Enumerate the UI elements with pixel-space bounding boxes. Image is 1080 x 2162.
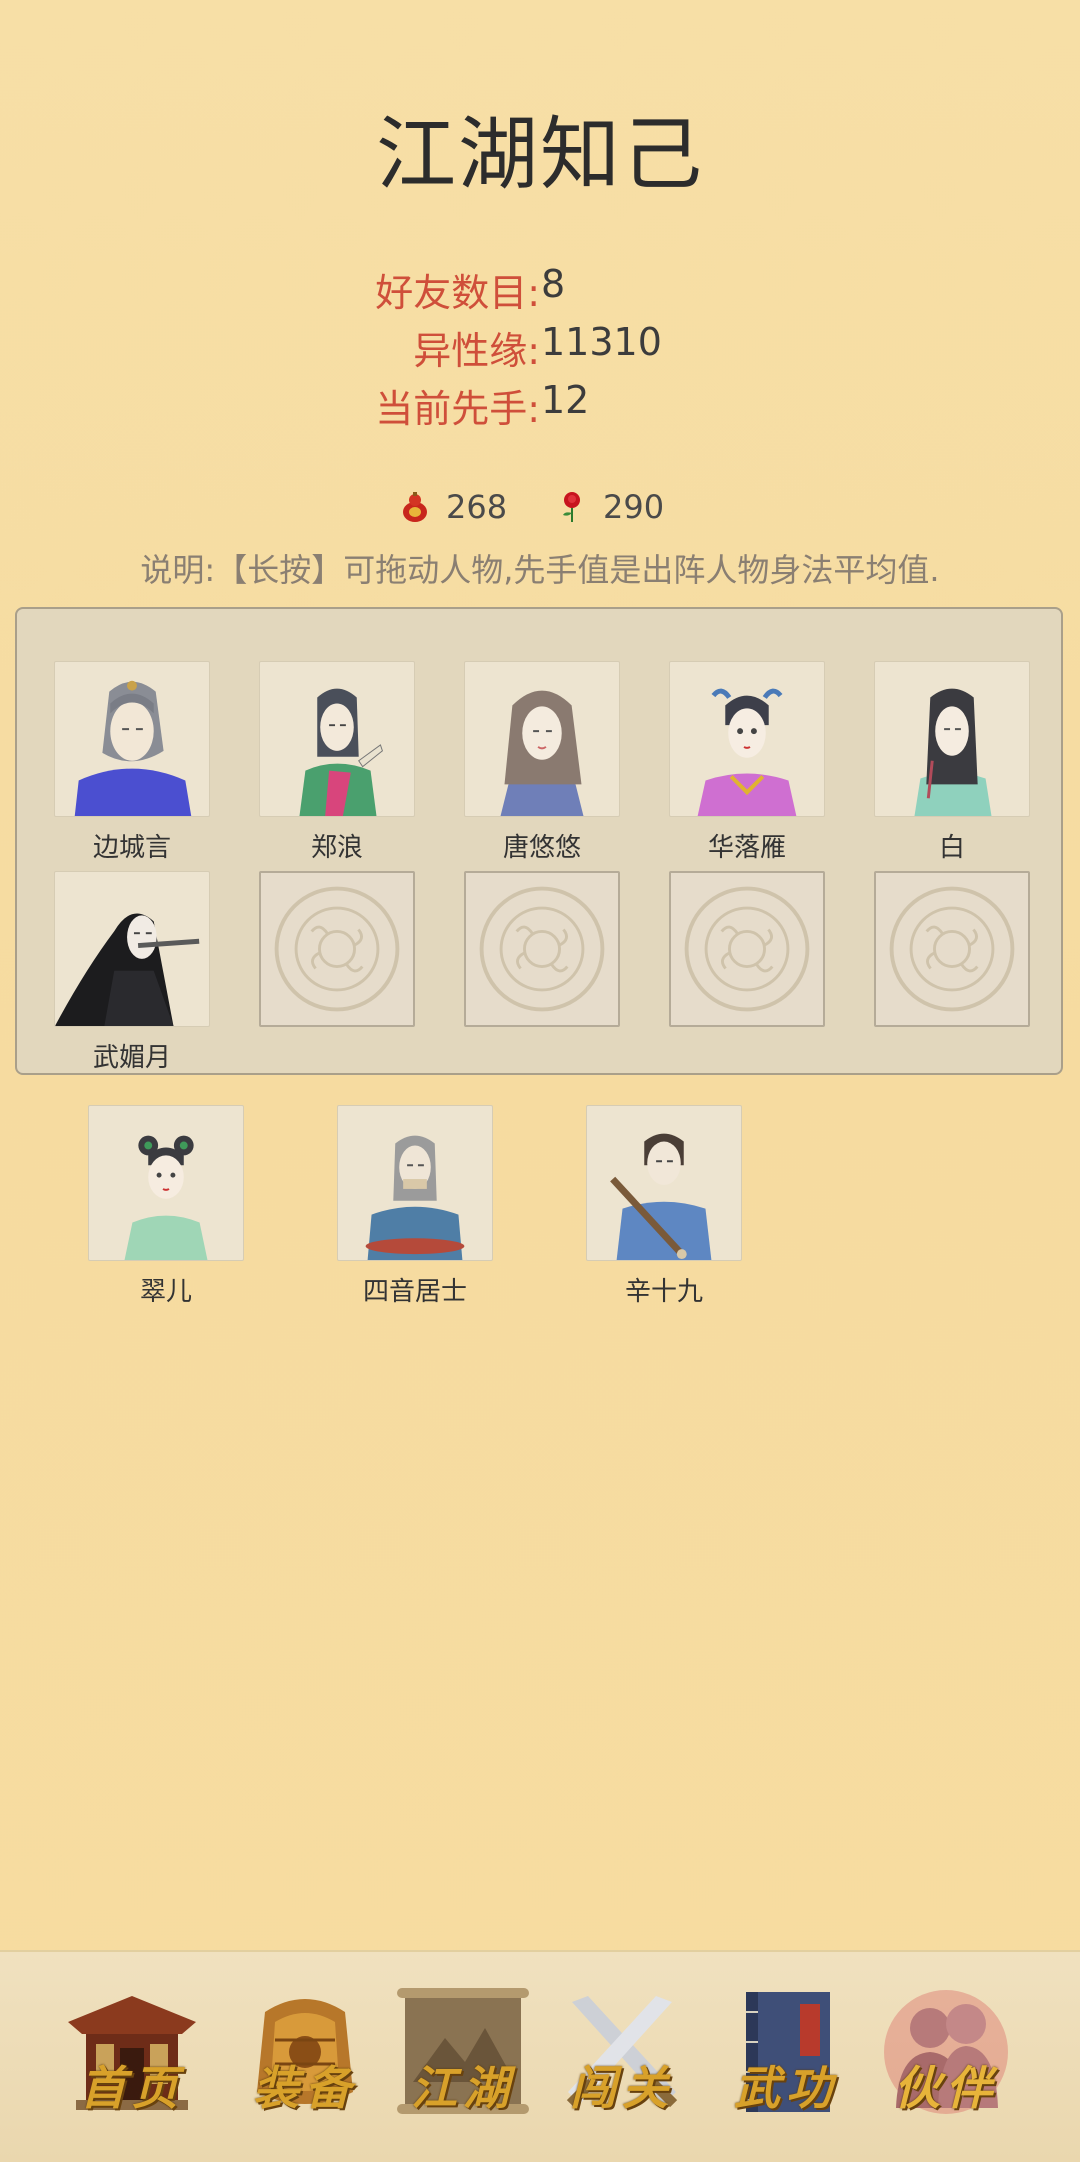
empty-team-slot[interactable] xyxy=(464,871,620,1027)
nav-home-label: 首页 xyxy=(80,2061,184,2115)
partner-name: 武媚月 xyxy=(92,1043,171,1073)
portrait-zhenglang[interactable] xyxy=(259,661,415,817)
portrait-cuier[interactable] xyxy=(88,1105,244,1261)
rose-icon xyxy=(563,492,580,522)
team-formation-panel: 边城言 郑浪 唐悠悠 华落雁 白 武媚月 xyxy=(15,607,1063,1075)
team-slot[interactable]: 白 xyxy=(874,661,1030,864)
portrait-tangyouyou[interactable] xyxy=(464,661,620,817)
partner-name: 唐悠悠 xyxy=(502,833,581,863)
nav-martial-arts[interactable]: 武功 xyxy=(716,1982,856,2122)
partner-name: 白 xyxy=(938,833,965,863)
empty-team-slot[interactable] xyxy=(259,871,415,1027)
nav-jianghu-label: 江湖 xyxy=(411,2061,515,2115)
portrait-bai[interactable] xyxy=(874,661,1030,817)
portrait-bianchengyan[interactable] xyxy=(54,661,210,817)
gourd-resource: 268 xyxy=(400,488,507,526)
nav-equipment-label: 装备 xyxy=(253,2061,357,2115)
team-slot[interactable]: 郑浪 xyxy=(259,661,415,864)
reserve-partner[interactable]: 辛十九 xyxy=(586,1105,742,1308)
portrait-hualuoyan[interactable] xyxy=(669,661,825,817)
friend-count-row: 好友数目: 8 xyxy=(0,262,1080,315)
instructions-text: 说明:【长按】可拖动人物,先手值是出阵人物身法平均值. xyxy=(140,551,940,589)
resource-bar: 268 290 xyxy=(0,488,1080,532)
empty-slot-emblem[interactable] xyxy=(874,871,1030,1027)
friend-count-label: 好友数目: xyxy=(375,271,540,315)
rose-count: 290 xyxy=(603,488,665,526)
team-slot[interactable]: 华落雁 xyxy=(669,661,825,864)
empty-team-slot[interactable] xyxy=(874,871,1030,1027)
gourd-count: 268 xyxy=(446,488,508,526)
nav-equipment[interactable]: 装备 xyxy=(235,1982,375,2122)
empty-slot-emblem[interactable] xyxy=(464,871,620,1027)
partners-screen: { "page": { "title": "江湖知己" }, "stats": … xyxy=(0,0,1080,2162)
partner-name: 郑浪 xyxy=(310,833,363,863)
empty-slot-emblem[interactable] xyxy=(259,871,415,1027)
empty-slot-emblem[interactable] xyxy=(669,871,825,1027)
initiative-row: 当前先手: 12 xyxy=(0,378,1080,431)
affinity-value: 11310 xyxy=(541,320,662,364)
portrait-siyinjushi[interactable] xyxy=(337,1105,493,1261)
nav-martial-arts-label: 武功 xyxy=(734,2061,838,2115)
reserve-partner[interactable]: 四音居士 xyxy=(337,1105,493,1308)
initiative-label: 当前先手: xyxy=(375,387,540,431)
nav-partners[interactable]: 伙伴 xyxy=(876,1982,1016,2122)
partner-name: 四音居士 xyxy=(362,1277,467,1307)
empty-team-slot[interactable] xyxy=(669,871,825,1027)
nav-jianghu[interactable]: 江湖 xyxy=(393,1982,533,2122)
friend-count-value: 8 xyxy=(541,262,566,306)
reserve-partner[interactable]: 翠儿 xyxy=(88,1105,244,1308)
nav-challenge[interactable]: 闯关 xyxy=(552,1982,692,2122)
bottom-nav: 首页 装备 江湖 闯关 武功 伙伴 xyxy=(0,1950,1080,2162)
nav-partners-label: 伙伴 xyxy=(894,2061,998,2115)
team-slot[interactable]: 武媚月 xyxy=(54,871,210,1074)
rose-resource: 290 xyxy=(557,488,664,526)
portrait-wumeiyue[interactable] xyxy=(54,871,210,1027)
nav-challenge-label: 闯关 xyxy=(570,2061,674,2115)
partner-name: 翠儿 xyxy=(139,1277,192,1307)
portrait-xinshijiu[interactable] xyxy=(586,1105,742,1261)
partner-name: 华落雁 xyxy=(707,833,786,863)
team-slot[interactable]: 边城言 xyxy=(54,661,210,864)
partner-name: 辛十九 xyxy=(624,1277,703,1307)
affinity-label: 异性缘: xyxy=(413,329,540,373)
initiative-value: 12 xyxy=(541,378,590,422)
team-slot[interactable]: 唐悠悠 xyxy=(464,661,620,864)
page-title: 江湖知己 xyxy=(376,108,704,201)
gourd-icon xyxy=(403,492,427,522)
nav-home[interactable]: 首页 xyxy=(62,1982,202,2122)
partner-name: 边城言 xyxy=(92,833,171,863)
affinity-row: 异性缘: 11310 xyxy=(0,320,1080,373)
